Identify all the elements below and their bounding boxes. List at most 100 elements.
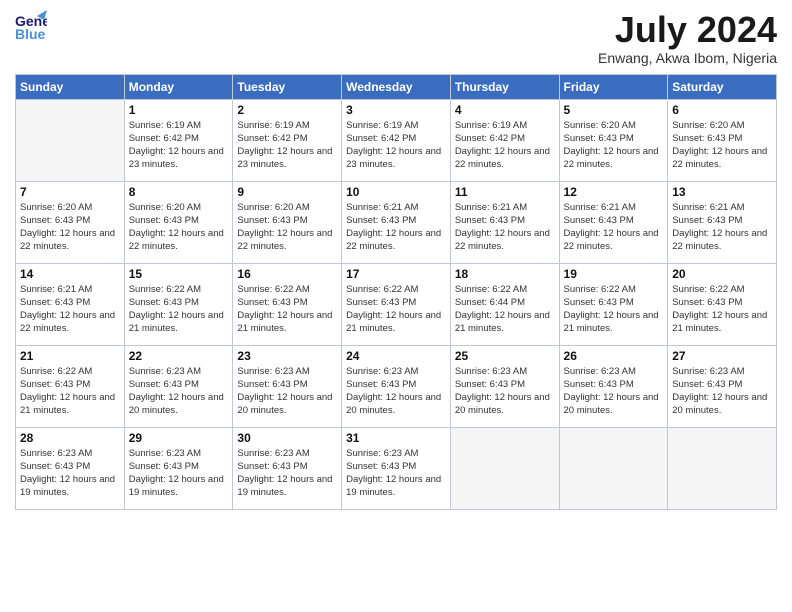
day-info: Sunrise: 6:22 AM Sunset: 6:43 PM Dayligh…	[129, 283, 229, 336]
page: General Blue July 2024 Enwang, Akwa Ibom…	[0, 0, 792, 612]
calendar-cell	[559, 427, 668, 509]
calendar-week-1: 1 Sunrise: 6:19 AM Sunset: 6:42 PM Daylig…	[16, 99, 777, 181]
day-number: 26	[564, 349, 664, 363]
day-number: 2	[237, 103, 337, 117]
calendar-cell: 7Sunrise: 6:20 AM Sunset: 6:43 PM Daylig…	[16, 181, 125, 263]
day-info: Sunrise: 6:20 AM Sunset: 6:43 PM Dayligh…	[129, 201, 229, 254]
calendar-week-4: 21 Sunrise: 6:22 AM Sunset: 6:43 PM Dayli…	[16, 345, 777, 427]
day-number: 21	[20, 349, 120, 363]
svg-text:Blue: Blue	[15, 26, 46, 42]
day-info: Sunrise: 6:21 AM Sunset: 6:43 PM Dayligh…	[20, 283, 120, 336]
col-monday: Monday	[124, 74, 233, 99]
day-info: Sunrise: 6:20 AM Sunset: 6:43 PM Dayligh…	[20, 201, 120, 254]
day-number: 11	[455, 185, 555, 199]
day-info: Sunrise: 6:23 AM Sunset: 6:43 PM Dayligh…	[672, 365, 772, 418]
day-number: 23	[237, 349, 337, 363]
day-info: Sunrise: 6:23 AM Sunset: 6:43 PM Dayligh…	[564, 365, 664, 418]
day-info: Sunrise: 6:23 AM Sunset: 6:43 PM Dayligh…	[237, 447, 337, 500]
day-number: 5	[564, 103, 664, 117]
col-friday: Friday	[559, 74, 668, 99]
day-info: Sunrise: 6:22 AM Sunset: 6:43 PM Dayligh…	[346, 283, 446, 336]
day-info: Sunrise: 6:23 AM Sunset: 6:43 PM Dayligh…	[346, 365, 446, 418]
day-number: 19	[564, 267, 664, 281]
calendar-cell: 21 Sunrise: 6:22 AM Sunset: 6:43 PM Dayli…	[16, 345, 125, 427]
calendar-cell: 17 Sunrise: 6:22 AM Sunset: 6:43 PM Dayli…	[342, 263, 451, 345]
day-info: Sunrise: 6:21 AM Sunset: 6:43 PM Dayligh…	[564, 201, 664, 254]
calendar-cell: 9 Sunrise: 6:20 AM Sunset: 6:43 PM Daylig…	[233, 181, 342, 263]
calendar-cell: 30 Sunrise: 6:23 AM Sunset: 6:43 PM Dayli…	[233, 427, 342, 509]
day-info: Sunrise: 6:23 AM Sunset: 6:43 PM Dayligh…	[129, 365, 229, 418]
day-info: Sunrise: 6:21 AM Sunset: 6:43 PM Dayligh…	[672, 201, 772, 254]
calendar-cell: 29Sunrise: 6:23 AM Sunset: 6:43 PM Dayli…	[124, 427, 233, 509]
logo-icon: General Blue	[15, 10, 47, 42]
calendar-week-5: 28 Sunrise: 6:23 AM Sunset: 6:43 PM Dayli…	[16, 427, 777, 509]
day-number: 29	[129, 431, 229, 445]
day-number: 24	[346, 349, 446, 363]
calendar-cell: 4 Sunrise: 6:19 AM Sunset: 6:42 PM Daylig…	[450, 99, 559, 181]
day-info: Sunrise: 6:19 AM Sunset: 6:42 PM Dayligh…	[346, 119, 446, 172]
day-info: Sunrise: 6:19 AM Sunset: 6:42 PM Dayligh…	[129, 119, 229, 172]
col-saturday: Saturday	[668, 74, 777, 99]
day-info: Sunrise: 6:20 AM Sunset: 6:43 PM Dayligh…	[564, 119, 664, 172]
calendar-week-3: 14Sunrise: 6:21 AM Sunset: 6:43 PM Dayli…	[16, 263, 777, 345]
day-number: 1	[129, 103, 229, 117]
day-number: 4	[455, 103, 555, 117]
calendar-cell	[668, 427, 777, 509]
calendar-cell: 23 Sunrise: 6:23 AM Sunset: 6:43 PM Dayli…	[233, 345, 342, 427]
day-number: 20	[672, 267, 772, 281]
day-info: Sunrise: 6:20 AM Sunset: 6:43 PM Dayligh…	[672, 119, 772, 172]
day-number: 22	[129, 349, 229, 363]
header: General Blue July 2024 Enwang, Akwa Ibom…	[15, 10, 777, 66]
day-number: 9	[237, 185, 337, 199]
calendar-cell: 28Sunrise: 6:23 AM Sunset: 6:43 PM Dayli…	[16, 427, 125, 509]
calendar-cell: 13 Sunrise: 6:21 AM Sunset: 6:43 PM Dayli…	[668, 181, 777, 263]
calendar-cell	[450, 427, 559, 509]
calendar-cell: 31 Sunrise: 6:23 AM Sunset: 6:43 PM Dayli…	[342, 427, 451, 509]
day-number: 3	[346, 103, 446, 117]
day-info: Sunrise: 6:19 AM Sunset: 6:42 PM Dayligh…	[237, 119, 337, 172]
day-info: Sunrise: 6:21 AM Sunset: 6:43 PM Dayligh…	[455, 201, 555, 254]
day-number: 10	[346, 185, 446, 199]
calendar-cell: 20Sunrise: 6:22 AM Sunset: 6:43 PM Dayli…	[668, 263, 777, 345]
logo: General Blue	[15, 10, 47, 42]
calendar-cell: 5 Sunrise: 6:20 AM Sunset: 6:43 PM Daylig…	[559, 99, 668, 181]
calendar-cell: 16 Sunrise: 6:22 AM Sunset: 6:43 PM Dayli…	[233, 263, 342, 345]
day-number: 27	[672, 349, 772, 363]
calendar-cell: 1 Sunrise: 6:19 AM Sunset: 6:42 PM Daylig…	[124, 99, 233, 181]
day-number: 31	[346, 431, 446, 445]
calendar-cell: 15Sunrise: 6:22 AM Sunset: 6:43 PM Dayli…	[124, 263, 233, 345]
calendar-cell: 12 Sunrise: 6:21 AM Sunset: 6:43 PM Dayli…	[559, 181, 668, 263]
calendar-cell: 14Sunrise: 6:21 AM Sunset: 6:43 PM Dayli…	[16, 263, 125, 345]
calendar-cell	[16, 99, 125, 181]
day-info: Sunrise: 6:23 AM Sunset: 6:43 PM Dayligh…	[237, 365, 337, 418]
calendar-cell: 8Sunrise: 6:20 AM Sunset: 6:43 PM Daylig…	[124, 181, 233, 263]
day-info: Sunrise: 6:23 AM Sunset: 6:43 PM Dayligh…	[455, 365, 555, 418]
title-block: July 2024 Enwang, Akwa Ibom, Nigeria	[598, 10, 777, 66]
col-wednesday: Wednesday	[342, 74, 451, 99]
calendar-cell: 26 Sunrise: 6:23 AM Sunset: 6:43 PM Dayli…	[559, 345, 668, 427]
day-number: 25	[455, 349, 555, 363]
day-info: Sunrise: 6:23 AM Sunset: 6:43 PM Dayligh…	[346, 447, 446, 500]
day-number: 28	[20, 431, 120, 445]
day-number: 18	[455, 267, 555, 281]
calendar-cell: 18 Sunrise: 6:22 AM Sunset: 6:44 PM Dayli…	[450, 263, 559, 345]
day-number: 30	[237, 431, 337, 445]
calendar-cell: 2 Sunrise: 6:19 AM Sunset: 6:42 PM Daylig…	[233, 99, 342, 181]
calendar-cell: 11 Sunrise: 6:21 AM Sunset: 6:43 PM Dayli…	[450, 181, 559, 263]
day-info: Sunrise: 6:22 AM Sunset: 6:43 PM Dayligh…	[237, 283, 337, 336]
col-sunday: Sunday	[16, 74, 125, 99]
day-info: Sunrise: 6:22 AM Sunset: 6:43 PM Dayligh…	[20, 365, 120, 418]
day-info: Sunrise: 6:20 AM Sunset: 6:43 PM Dayligh…	[237, 201, 337, 254]
calendar-cell: 3 Sunrise: 6:19 AM Sunset: 6:42 PM Daylig…	[342, 99, 451, 181]
day-number: 13	[672, 185, 772, 199]
calendar-cell: 19Sunrise: 6:22 AM Sunset: 6:43 PM Dayli…	[559, 263, 668, 345]
day-info: Sunrise: 6:22 AM Sunset: 6:44 PM Dayligh…	[455, 283, 555, 336]
calendar-cell: 25 Sunrise: 6:23 AM Sunset: 6:43 PM Dayli…	[450, 345, 559, 427]
calendar-table: Sunday Monday Tuesday Wednesday Thursday…	[15, 74, 777, 510]
day-number: 17	[346, 267, 446, 281]
day-number: 16	[237, 267, 337, 281]
day-info: Sunrise: 6:19 AM Sunset: 6:42 PM Dayligh…	[455, 119, 555, 172]
day-number: 12	[564, 185, 664, 199]
month-title: July 2024	[598, 10, 777, 50]
col-thursday: Thursday	[450, 74, 559, 99]
